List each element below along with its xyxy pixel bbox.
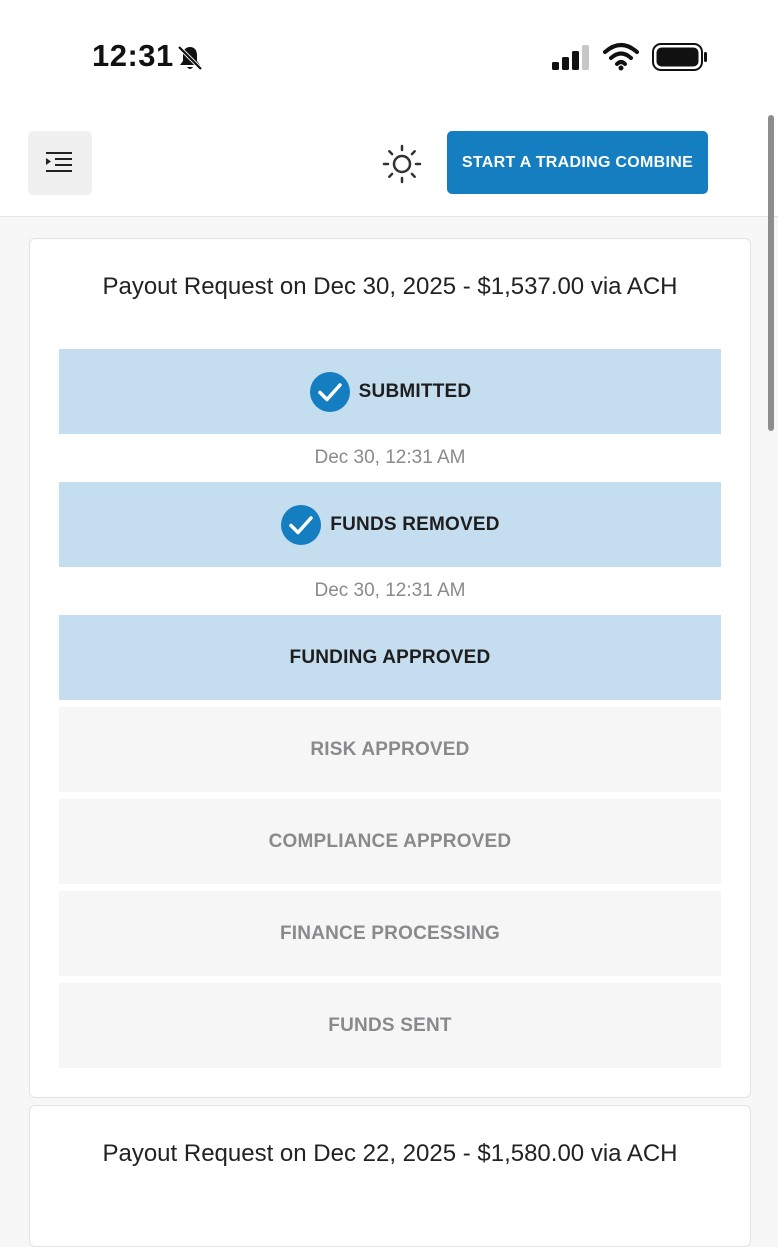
step-label: FUNDS REMOVED [330, 513, 500, 535]
step-label: FUNDS SENT [328, 1014, 452, 1036]
check-circle-icon [281, 504, 322, 545]
status-time: 12:31 [92, 38, 174, 73]
step-timestamp: Dec 30, 12:31 AM [314, 580, 466, 601]
scrollbar-thumb[interactable] [768, 115, 774, 431]
step-label: COMPLIANCE APPROVED [268, 830, 512, 852]
payout-card: Payout Request on Dec 22, 2025 - $1,580.… [29, 1105, 751, 1247]
payout-card: Payout Request on Dec 30, 2025 - $1,537.… [29, 238, 751, 1098]
sun-icon[interactable] [382, 144, 422, 184]
step-label: RISK APPROVED [310, 738, 470, 760]
step-label: SUBMITTED [358, 380, 472, 402]
menu-button[interactable] [28, 131, 92, 195]
start-trading-combine-button[interactable]: START A TRADING COMBINE [447, 131, 708, 194]
step-funds-removed: FUNDS REMOVED [59, 482, 721, 567]
step-submitted: SUBMITTED [59, 349, 721, 434]
step-risk-approved: RISK APPROVED [59, 707, 721, 792]
payout-title: Payout Request on Dec 22, 2025 - $1,580.… [102, 1140, 678, 1167]
check-circle-icon [309, 371, 350, 412]
step-label: FUNDING APPROVED [289, 646, 491, 668]
step-funding-approved: FUNDING APPROVED [59, 615, 721, 700]
wifi-icon [603, 43, 639, 71]
step-timestamp: Dec 30, 12:31 AM [314, 447, 466, 468]
battery-icon [652, 43, 707, 71]
step-funds-sent: FUNDS SENT [59, 983, 721, 1068]
step-label: FINANCE PROCESSING [279, 922, 500, 944]
bell-slash-icon [177, 45, 203, 71]
signal-icon [552, 45, 589, 70]
menu-indent-icon [46, 152, 72, 172]
payout-title: Payout Request on Dec 30, 2025 - $1,537.… [102, 273, 678, 300]
app-header: START A TRADING COMBINE [0, 110, 778, 217]
status-bar: 12:31 [0, 0, 778, 110]
step-finance-processing: FINANCE PROCESSING [59, 891, 721, 976]
step-compliance-approved: COMPLIANCE APPROVED [59, 799, 721, 884]
